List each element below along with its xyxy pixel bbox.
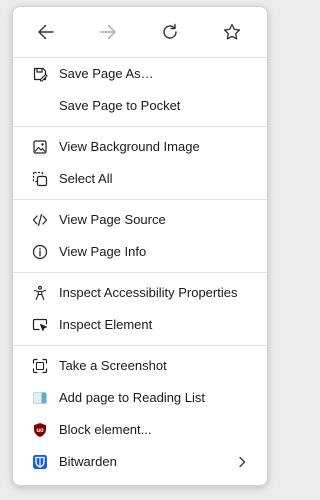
chevron-right-icon <box>235 455 249 469</box>
menu-item-view-background-image[interactable]: View Background Image <box>13 133 267 161</box>
arrow-left-icon <box>38 24 54 40</box>
inspect-icon <box>32 317 48 333</box>
menu-item-label: View Background Image <box>59 139 200 154</box>
menu-item-label: Block element... <box>59 422 152 437</box>
menu-item-label: Save Page to Pocket <box>59 98 181 113</box>
menu-item-label: Take a Screenshot <box>59 358 167 373</box>
separator <box>13 345 267 346</box>
menu-item-add-to-reading-list[interactable]: Add page to Reading List <box>13 384 267 412</box>
bitwarden-icon <box>32 454 48 470</box>
reload-button[interactable] <box>154 16 186 48</box>
select-all-icon <box>32 171 48 187</box>
svg-text:uo: uo <box>36 428 44 434</box>
accessibility-icon <box>32 285 48 301</box>
back-button[interactable] <box>30 16 62 48</box>
separator <box>13 126 267 127</box>
navigation-row <box>13 7 267 57</box>
image-icon <box>32 139 48 155</box>
code-icon <box>32 212 48 228</box>
menu-item-label: Inspect Accessibility Properties <box>59 285 238 300</box>
menu-item-save-page-as[interactable]: Save Page As… <box>13 60 267 88</box>
separator <box>13 199 267 200</box>
menu-item-label: Bitwarden <box>59 454 117 469</box>
menu-item-view-page-source[interactable]: View Page Source <box>13 206 267 234</box>
menu-item-inspect-element[interactable]: Inspect Element <box>13 311 267 339</box>
screenshot-icon <box>32 358 48 374</box>
reading-list-icon <box>32 390 48 406</box>
menu-item-label: View Page Info <box>59 244 147 259</box>
menu-item-label: Save Page As… <box>59 66 154 81</box>
save-icon <box>32 66 48 82</box>
menu-item-bitwarden[interactable]: Bitwarden <box>13 448 267 476</box>
menu-item-label: View Page Source <box>59 212 166 227</box>
reload-icon <box>163 23 177 39</box>
arrow-right-icon <box>100 24 116 40</box>
menu-item-select-all[interactable]: Select All <box>13 165 267 193</box>
context-menu: Save Page As… Save Page to Pocket View B… <box>12 6 268 486</box>
separator <box>13 272 267 273</box>
separator <box>13 57 267 58</box>
menu-item-label: Select All <box>59 171 113 186</box>
menu-item-block-element[interactable]: uo Block element... <box>13 416 267 444</box>
menu-item-inspect-accessibility[interactable]: Inspect Accessibility Properties <box>13 279 267 307</box>
ublock-icon: uo <box>32 422 48 438</box>
forward-button <box>92 16 124 48</box>
menu-item-take-screenshot[interactable]: Take a Screenshot <box>13 352 267 380</box>
menu-item-label: Inspect Element <box>59 317 153 332</box>
star-icon <box>223 23 241 40</box>
menu-item-save-to-pocket[interactable]: Save Page to Pocket <box>13 92 267 120</box>
bookmark-button[interactable] <box>216 16 248 48</box>
info-icon <box>32 244 48 260</box>
menu-item-view-page-info[interactable]: View Page Info <box>13 238 267 266</box>
menu-item-label: Add page to Reading List <box>59 390 205 405</box>
